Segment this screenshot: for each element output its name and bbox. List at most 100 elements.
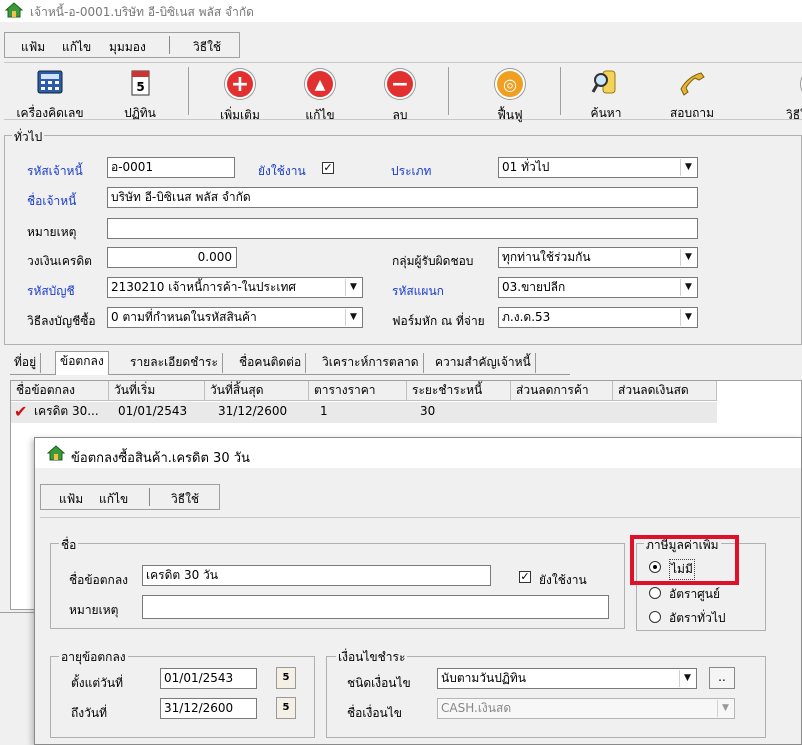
department-code-select[interactable]: 03.ขายปลีก ▼	[498, 277, 698, 298]
restore-button[interactable]: ◎ ฟื้นฟู	[470, 67, 550, 125]
responsible-group-value: ทุกท่านใช้ร่วมกัน	[502, 250, 591, 264]
type-label: ประเภท	[391, 164, 432, 178]
from-date-calendar-icon[interactable]: 5	[276, 667, 296, 689]
grid-header[interactable]: ส่วนลดเงินสด	[613, 381, 717, 401]
chevron-down-icon[interactable]: ▼	[345, 279, 361, 296]
vat-zero-radio[interactable]	[649, 587, 661, 599]
edit-button[interactable]: ▲ แก้ไข	[280, 67, 360, 125]
main-menu-bar: แฟ้ม แก้ไข มุมมอง วิธีใช้	[4, 32, 240, 58]
plus-circle-icon: +	[223, 69, 257, 103]
restore-label: ฟื้นฟู	[497, 108, 523, 122]
agreement-name-label: ชื่อข้อตกลง	[69, 573, 129, 587]
dialog-menu-edit[interactable]: แก้ไข	[99, 490, 128, 509]
type-select[interactable]: 01 ทั่วไป ▼	[498, 157, 698, 178]
calendar-button[interactable]: 5 ปฏิทิน	[100, 67, 180, 123]
dialog-note-field[interactable]	[142, 595, 609, 619]
grid-header[interactable]: วันที่เริ่ม	[109, 381, 205, 401]
posting-method-select[interactable]: 0 ตามที่กำหนดในรหัสสินค้า ▼	[107, 307, 363, 328]
vat-normal-radio[interactable]	[649, 611, 661, 623]
withholding-form-select[interactable]: ภ.ง.ด.53 ▼	[498, 307, 698, 328]
calculator-button[interactable]: เครื่องคิดเลข	[10, 67, 90, 123]
dialog-active-checkbox[interactable]: ✓	[519, 571, 531, 583]
general-group-title: ทั่วไป	[12, 128, 45, 147]
menu-edit[interactable]: แก้ไข	[62, 38, 91, 57]
account-code-select[interactable]: 2130210 เจ้าหนี้การค้า-ในประเทศ ▼	[107, 277, 363, 298]
dialog-menu-file[interactable]: แฟ้ม	[59, 490, 83, 509]
inquiry-button[interactable]: สอบถาม	[652, 67, 732, 123]
menu-separator	[169, 36, 170, 54]
chevron-down-icon[interactable]: ▼	[345, 309, 361, 326]
chevron-down-icon[interactable]: ▼	[680, 249, 696, 266]
main-window-title: เจ้าหนี้-อ-0001.บริษัท อี-บิซิเนส พลัส จ…	[30, 5, 254, 19]
dialog-title-bar: ข้อตกลงซื้อสินค้า.เครดิต 30 วัน	[35, 438, 801, 468]
chevron-down-icon[interactable]: ▼	[679, 670, 695, 687]
active-checkbox[interactable]: ✓	[322, 162, 334, 174]
tab-creditor-importance[interactable]: ความสำคัญเจ้าหนี้	[431, 353, 536, 373]
creditor-name-field[interactable]: บริษัท อี-บิซิเนส พลัส จำกัด	[107, 187, 698, 208]
grid-header[interactable]: วันที่สิ้นสุด	[205, 381, 309, 401]
grid-header[interactable]: ระยะชำระหนี้	[407, 381, 511, 401]
chevron-down-icon[interactable]: ▼	[680, 309, 696, 326]
note-field[interactable]	[107, 218, 698, 239]
to-date-field[interactable]: 31/12/2600	[160, 698, 257, 719]
menu-view[interactable]: มุมมอง	[109, 38, 146, 57]
tab-address[interactable]: ที่อยู่	[10, 353, 42, 373]
dialog-menu-bar: แฟ้ม แก้ไข วิธีใช้	[40, 484, 220, 510]
agreement-name-field[interactable]: เครดิต 30 วัน	[142, 565, 491, 586]
tab-market-analysis[interactable]: วิเคราะห์การตลาด	[318, 353, 424, 373]
department-code-label: รหัสแผนก	[392, 284, 444, 298]
tab-agreement[interactable]: ข้อตกลง	[55, 351, 109, 375]
dialog-menu-help[interactable]: วิธีใช้	[171, 490, 199, 509]
from-date-field[interactable]: 01/01/2543	[160, 668, 257, 689]
grid-cell-start-date: 01/01/2543	[118, 404, 188, 418]
tab-payment-details[interactable]: รายละเอียดชำระ	[126, 353, 223, 373]
chevron-down-icon: ▼	[717, 700, 733, 717]
chevron-down-icon[interactable]: ▼	[680, 159, 696, 176]
dialog-active-label: ยังใช้งาน	[539, 573, 587, 587]
restore-icon: ◎	[493, 69, 527, 103]
chevron-down-icon[interactable]: ▼	[680, 279, 696, 296]
grid-header[interactable]: ส่วนลดการค้า	[511, 381, 613, 401]
calendar-day-digit: 5	[136, 80, 144, 94]
menu-help[interactable]: วิธีใช้	[193, 38, 221, 57]
agreement-dialog: ข้อตกลงซื้อสินค้า.เครดิต 30 วัน แฟ้ม แก้…	[34, 437, 802, 745]
grid-header[interactable]: ชื่อข้อตกลง	[11, 381, 109, 401]
grid-cell-payment-term: 30	[420, 404, 436, 418]
search-label: ค้นหา	[590, 106, 622, 120]
grid-header[interactable]: ตารางราคา	[309, 381, 407, 401]
creditor-code-field[interactable]: อ-0001	[107, 157, 235, 178]
grid-cell-cash-discount	[613, 402, 717, 422]
to-date-calendar-icon[interactable]: 5	[276, 697, 296, 719]
active-label: ยังใช้งาน	[258, 164, 306, 178]
condition-type-select[interactable]: นับตามวันปฏิทิน ▼	[437, 668, 697, 689]
help-button[interactable]: ? วิธีใ	[756, 67, 802, 125]
agreement-age-group-title: อายุข้อตกลง	[59, 648, 128, 667]
menu-separator	[149, 488, 150, 506]
condition-name-select: CASH.เงินสด ▼	[437, 698, 735, 719]
app-house-icon	[4, 2, 24, 18]
menu-file[interactable]: แฟ้ม	[21, 38, 45, 57]
grid-cell-agreement: เครดิต 30...	[34, 404, 99, 418]
calendar-icon: 5	[123, 67, 157, 101]
responsible-group-select[interactable]: ทุกท่านใช้ร่วมกัน ▼	[498, 247, 698, 268]
search-button[interactable]: ค้นหา	[566, 67, 646, 123]
delete-button[interactable]: − ลบ	[360, 67, 440, 125]
department-code-value: 03.ขายปลีก	[502, 280, 566, 294]
withholding-form-label: ฟอร์มหัก ณ ที่จ่าย	[392, 314, 485, 328]
highlight-box	[630, 535, 739, 585]
creditor-name-label: ชื่อเจ้าหนี้	[27, 194, 77, 208]
posting-method-label: วิธีลงบัญชีซื้อ	[27, 314, 96, 328]
delete-label: ลบ	[392, 108, 408, 122]
table-row[interactable]: ✔ เครดิต 30... 01/01/2543 31/12/2600 1 3…	[11, 402, 717, 423]
dialog-house-icon	[46, 445, 66, 461]
add-button[interactable]: + เพิ่มเติม	[200, 67, 280, 125]
account-code-label: รหัสบัญชี	[27, 284, 75, 298]
tab-contacts[interactable]: ชื่อคนติดต่อ	[235, 353, 307, 373]
toolbar-separator	[560, 67, 561, 115]
condition-ellipsis-button[interactable]: ..	[709, 667, 735, 689]
grid-cell-trade-discount	[511, 402, 611, 422]
inquiry-label: สอบถาม	[669, 106, 715, 120]
note-label: หมายเหตุ	[27, 225, 77, 239]
credit-limit-field[interactable]: 0.000	[107, 247, 237, 268]
condition-name-value: CASH.เงินสด	[441, 701, 512, 715]
